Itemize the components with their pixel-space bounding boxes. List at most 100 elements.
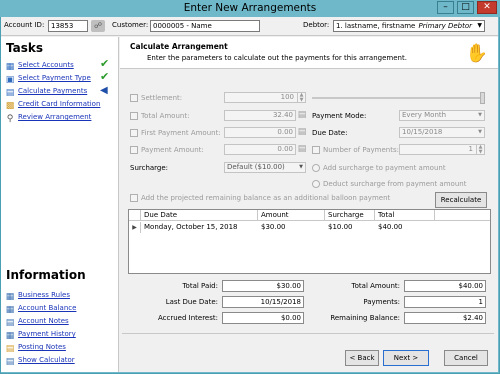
account-balance-icon: ▦ [5,305,15,315]
payment-amount-checkbox[interactable] [130,146,138,154]
column-header-empty [435,210,490,221]
customer-label: Customer: [112,21,149,29]
page-title: Calculate Arrangement [130,42,228,51]
due-date-picker[interactable]: 10/15/2018 ▼ [399,127,485,138]
customer-field[interactable]: 0000005 - Name [150,20,260,32]
add-surcharge-label: Add surcharge to payment amount [323,164,446,172]
task-credit-card-information[interactable]: Credit Card Information [18,100,100,108]
spinner-icon[interactable]: ▲ ▼ [476,145,484,154]
calculator-icon[interactable]: ▤ [297,127,307,137]
info-posting-notes[interactable]: Posting Notes [18,343,66,351]
row-selector-icon[interactable]: ▶ [129,222,141,233]
next-button[interactable]: Next > [383,350,429,366]
deduct-surcharge-radio[interactable] [312,180,320,188]
spinner-icon[interactable]: ▲ ▼ [297,93,305,102]
first-payment-field[interactable]: 0.00 [224,127,296,138]
table-cell-total[interactable]: $40.00 [375,222,435,233]
first-payment-label: First Payment Amount: [141,129,221,137]
total-paid-label: Total Paid: [182,282,218,290]
check-icon: ✔ [100,57,110,70]
chevron-down-icon: ▼ [478,129,482,135]
chevron-down-icon: ▼ [477,22,482,29]
total-amount-summary-value: $40.00 [404,280,486,292]
column-header-total[interactable]: Total [375,210,435,221]
calculator-icon[interactable]: ▤ [297,144,307,154]
payment-amount-field[interactable]: 0.00 [224,144,296,155]
accounts-icon: ▦ [5,62,15,72]
num-payments-value: 1 [468,145,473,153]
surcharge-label: Surcharge: [130,164,169,172]
maximize-button[interactable]: □ [457,1,474,14]
page-subtitle: Enter the parameters to calculate out th… [147,54,407,62]
task-review-arrangement[interactable]: Review Arrangement [18,113,91,121]
column-header-amount[interactable]: Amount [258,210,325,221]
review-icon: ⚲ [6,114,14,124]
first-payment-checkbox[interactable] [130,129,138,137]
settlement-label: Settlement: [141,94,183,102]
table-cell-surcharge[interactable]: $10.00 [325,222,375,233]
column-header-surcharge[interactable]: Surcharge [325,210,375,221]
balloon-checkbox[interactable] [130,194,138,202]
task-calculate-payments[interactable]: Calculate Payments [18,87,87,95]
account-id-label: Account ID: [4,21,45,29]
close-button[interactable]: ✕ [477,1,497,14]
posting-notes-icon: ▤ [5,344,15,354]
chevron-down-icon: ▼ [299,164,303,170]
payment-schedule-grid[interactable]: Due Date Amount Surcharge Total ▶ Monday… [128,209,491,274]
business-rules-icon: ▦ [5,292,15,302]
debtor-select[interactable]: 1. lastname, firstname Primary Debtor ▼ [333,20,485,32]
total-amount-field[interactable]: 32.40 [224,110,296,121]
info-payment-history[interactable]: Payment History [18,330,76,338]
payment-type-icon: ▣ [5,75,15,85]
settlement-field[interactable]: 100 ▲ ▼ [224,92,306,103]
info-account-balance[interactable]: Account Balance [18,304,76,312]
surcharge-value: Default ($10.00) [227,163,285,171]
information-heading: Information [6,268,86,282]
row-header-column [129,210,141,221]
footer-divider [122,333,494,334]
account-notes-icon: ▤ [5,318,15,328]
settlement-checkbox[interactable] [130,94,138,102]
total-amount-checkbox[interactable] [130,112,138,120]
table-cell-amount[interactable]: $30.00 [258,222,325,233]
cancel-button[interactable]: Cancel [444,350,488,366]
task-select-accounts[interactable]: Select Accounts [18,61,74,69]
settlement-slider-track[interactable] [312,97,484,99]
account-id-field[interactable]: 13853 [48,20,88,32]
remaining-balance-label: Remaining Balance: [330,314,400,322]
total-paid-value: $30.00 [222,280,304,292]
chevron-down-icon: ▼ [478,112,482,118]
check-icon: ✔ [100,70,110,83]
num-payments-field[interactable]: 1 ▲ ▼ [399,144,485,155]
total-amount-label: Total Amount: [141,112,190,120]
task-select-payment-type[interactable]: Select Payment Type [18,74,91,82]
payment-mode-value: Every Month [402,111,447,119]
info-account-notes[interactable]: Account Notes [18,317,69,325]
payment-amount-label: Payment Amount: [141,146,204,154]
settlement-value: 100 [280,93,294,101]
payment-mode-label: Payment Mode: [312,112,367,120]
calculator-icon: ▤ [5,357,15,367]
back-button[interactable]: < Back [345,350,379,366]
payment-history-icon: ▦ [5,331,15,341]
link-icon[interactable]: ☍ [91,20,105,32]
surcharge-select[interactable]: Default ($10.00) ▼ [224,162,306,173]
column-header-due-date[interactable]: Due Date [141,210,258,221]
payment-mode-select[interactable]: Every Month ▼ [399,110,485,121]
credit-card-icon: ▩ [5,101,15,111]
current-step-arrow-icon: ◀ [100,85,108,96]
add-surcharge-radio[interactable] [312,164,320,172]
due-date-label: Due Date: [312,129,348,137]
info-show-calculator[interactable]: Show Calculator [18,356,75,364]
payments-label: Payments: [363,298,400,306]
last-due-date-value: 10/15/2018 [222,296,304,308]
settlement-slider-thumb[interactable] [480,92,485,104]
recalculate-button[interactable]: Recalculate [435,192,487,208]
calculator-icon[interactable]: ▤ [297,110,307,120]
payments-value: 1 [404,296,486,308]
table-cell-due-date[interactable]: Monday, October 15, 2018 [141,222,258,233]
minimize-button[interactable]: – [437,1,454,14]
last-due-date-label: Last Due Date: [165,298,218,306]
info-business-rules[interactable]: Business Rules [18,291,70,299]
num-payments-checkbox[interactable] [312,146,320,154]
